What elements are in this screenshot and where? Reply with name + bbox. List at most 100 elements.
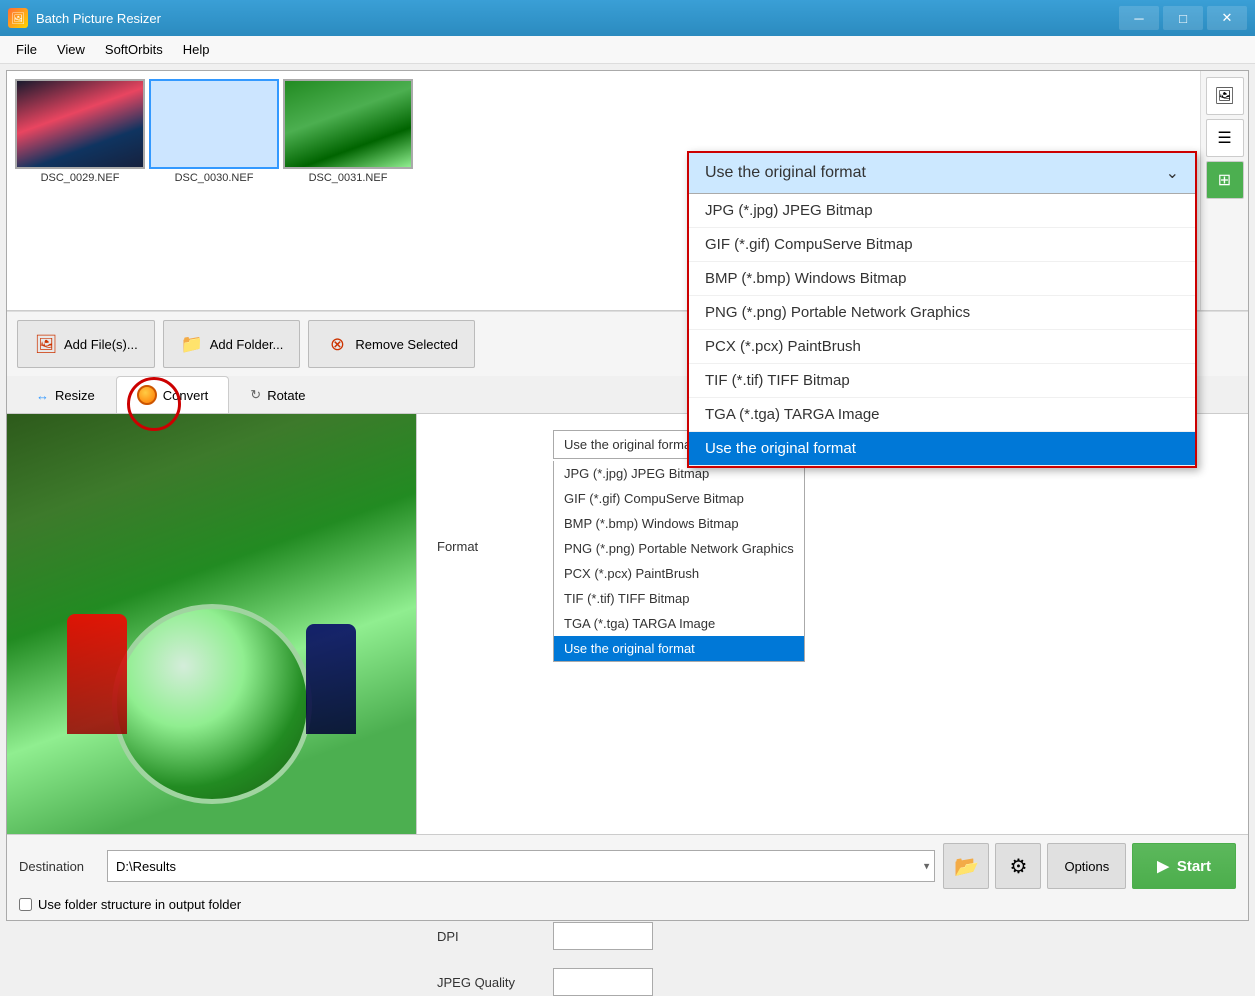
big-dropdown-item-1[interactable]: GIF (*.gif) CompuServe Bitmap <box>689 228 1195 262</box>
rotate-label: Rotate <box>267 388 305 403</box>
right-sidebar: 🖼 ☰ ⊞ <box>1200 71 1248 310</box>
thumb-label-2: DSC_0030.NEF <box>175 172 254 184</box>
big-dropdown-item-0[interactable]: JPG (*.jpg) JPEG Bitmap <box>689 194 1195 228</box>
format-option-2[interactable]: BMP (*.bmp) Windows Bitmap <box>554 511 804 536</box>
big-dropdown-selected: Use the original format <box>705 164 866 182</box>
minimize-button[interactable]: ─ <box>1119 6 1159 30</box>
format-option-1[interactable]: GIF (*.gif) CompuServe Bitmap <box>554 486 804 511</box>
menu-help[interactable]: Help <box>175 39 218 60</box>
sidebar-list-btn[interactable]: ☰ <box>1206 119 1244 157</box>
destination-input-wrap: ▾ <box>107 850 935 882</box>
list-icon: ☰ <box>1217 128 1231 148</box>
window-controls: ─ □ ✕ <box>1119 6 1247 30</box>
thumb-preview-3 <box>283 79 413 169</box>
jpeg-quality-label: JPEG Quality <box>437 975 537 990</box>
options-label: Options <box>1064 859 1109 874</box>
convert-label: Convert <box>163 388 209 403</box>
add-files-icon: 🖼 <box>34 332 58 356</box>
menu-file[interactable]: File <box>8 39 45 60</box>
big-dropdown-item-5[interactable]: TIF (*.tif) TIFF Bitmap <box>689 364 1195 398</box>
dpi-label: DPI <box>437 929 537 944</box>
large-image-preview <box>7 414 416 834</box>
convert-panel: Format Use the original format ▾ JPG (*.… <box>417 414 1248 834</box>
image-thumb-2[interactable]: DSC_0030.NEF <box>149 79 279 184</box>
dpi-input[interactable] <box>553 922 653 950</box>
format-option-7[interactable]: Use the original format <box>554 636 804 661</box>
options-button[interactable]: Options <box>1047 843 1126 889</box>
figure-left <box>67 614 127 734</box>
folder-structure-checkbox[interactable] <box>19 898 32 911</box>
jpeg-quality-row: JPEG Quality <box>437 968 1228 996</box>
images-icon: 🖼 <box>1214 86 1234 106</box>
title-bar: 🖼 Batch Picture Resizer ─ □ ✕ <box>0 0 1255 36</box>
format-selected-text: Use the original format <box>564 437 695 452</box>
figure-right <box>306 624 356 734</box>
tab-rotate[interactable]: ↻ Rotate <box>229 378 326 411</box>
folder-open-icon: 📂 <box>954 854 979 879</box>
image-thumb-1[interactable]: DSC_0029.NEF <box>15 79 145 184</box>
add-folder-button[interactable]: 📁 Add Folder... <box>163 320 301 368</box>
maximize-button[interactable]: □ <box>1163 6 1203 30</box>
title-bar-left: 🖼 Batch Picture Resizer <box>8 8 161 28</box>
dpi-row: DPI <box>437 922 1228 950</box>
big-dropdown-item-3[interactable]: PNG (*.png) Portable Network Graphics <box>689 296 1195 330</box>
convert-icon <box>137 385 157 405</box>
big-dropdown-item-2[interactable]: BMP (*.bmp) Windows Bitmap <box>689 262 1195 296</box>
cake-circle <box>112 604 312 804</box>
image-thumb-3[interactable]: DSC_0031.NEF <box>283 79 413 184</box>
bottom-bar: Destination ▾ 📂 ⚙ Options ▶ Start <box>7 834 1248 920</box>
remove-icon: ⊗ <box>325 332 349 356</box>
sidebar-grid-btn[interactable]: ⊞ <box>1206 161 1244 199</box>
folder-structure-label: Use folder structure in output folder <box>38 897 241 912</box>
destination-label: Destination <box>19 859 99 874</box>
thumb-label-1: DSC_0029.NEF <box>41 172 120 184</box>
sidebar-images-btn[interactable]: 🖼 <box>1206 77 1244 115</box>
big-dropdown-header[interactable]: Use the original format ⌄ <box>689 153 1195 194</box>
remove-selected-button[interactable]: ⊗ Remove Selected <box>308 320 475 368</box>
big-dropdown-chevron: ⌄ <box>1166 163 1179 183</box>
thumb-preview-1 <box>15 79 145 169</box>
format-dropdown-list: JPG (*.jpg) JPEG Bitmap GIF (*.gif) Comp… <box>553 461 805 662</box>
big-dropdown-overlay: Use the original format ⌄ JPG (*.jpg) JP… <box>687 151 1197 468</box>
format-option-4[interactable]: PCX (*.pcx) PaintBrush <box>554 561 804 586</box>
tab-resize[interactable]: ↔ Resize <box>15 379 116 411</box>
destination-input[interactable] <box>107 850 935 882</box>
destination-buttons: 📂 ⚙ Options ▶ Start <box>943 843 1236 889</box>
thumb-preview-2 <box>149 79 279 169</box>
menu-view[interactable]: View <box>49 39 93 60</box>
start-label: Start <box>1177 858 1211 875</box>
settings-button[interactable]: ⚙ <box>995 843 1041 889</box>
menu-softorbits[interactable]: SoftOrbits <box>97 39 171 60</box>
resize-label: Resize <box>55 388 95 403</box>
start-button[interactable]: ▶ Start <box>1132 843 1236 889</box>
rotate-icon: ↻ <box>250 387 261 403</box>
thumb-label-3: DSC_0031.NEF <box>309 172 388 184</box>
remove-selected-label: Remove Selected <box>355 337 458 352</box>
format-option-6[interactable]: TGA (*.tga) TARGA Image <box>554 611 804 636</box>
gear-icon: ⚙ <box>1009 854 1027 879</box>
add-folder-label: Add Folder... <box>210 337 284 352</box>
start-arrow-icon: ▶ <box>1157 857 1169 875</box>
folder-structure-row: Use folder structure in output folder <box>19 897 1236 912</box>
tab-convert[interactable]: Convert <box>116 376 230 413</box>
resize-icon: ↔ <box>36 388 49 403</box>
close-button[interactable]: ✕ <box>1207 6 1247 30</box>
grid-icon: ⊞ <box>1218 170 1231 190</box>
app-icon: 🖼 <box>8 8 28 28</box>
big-dropdown-item-6[interactable]: TGA (*.tga) TARGA Image <box>689 398 1195 432</box>
add-folder-icon: 📁 <box>180 332 204 356</box>
big-dropdown-item-7[interactable]: Use the original format <box>689 432 1195 466</box>
format-label: Format <box>437 539 537 554</box>
big-dropdown-item-4[interactable]: PCX (*.pcx) PaintBrush <box>689 330 1195 364</box>
format-option-3[interactable]: PNG (*.png) Portable Network Graphics <box>554 536 804 561</box>
preview-image-area <box>7 414 417 834</box>
big-dropdown-list: JPG (*.jpg) JPEG Bitmap GIF (*.gif) Comp… <box>689 194 1195 466</box>
add-files-button[interactable]: 🖼 Add File(s)... <box>17 320 155 368</box>
main-window: DSC_0029.NEF DSC_0030.NEF DSC_0031.NEF 🖼… <box>6 70 1249 921</box>
jpeg-quality-input[interactable] <box>553 968 653 996</box>
destination-row: Destination ▾ 📂 ⚙ Options ▶ Start <box>19 843 1236 889</box>
format-option-5[interactable]: TIF (*.tif) TIFF Bitmap <box>554 586 804 611</box>
browse-folder-button[interactable]: 📂 <box>943 843 989 889</box>
app-title: Batch Picture Resizer <box>36 11 161 26</box>
add-files-label: Add File(s)... <box>64 337 138 352</box>
